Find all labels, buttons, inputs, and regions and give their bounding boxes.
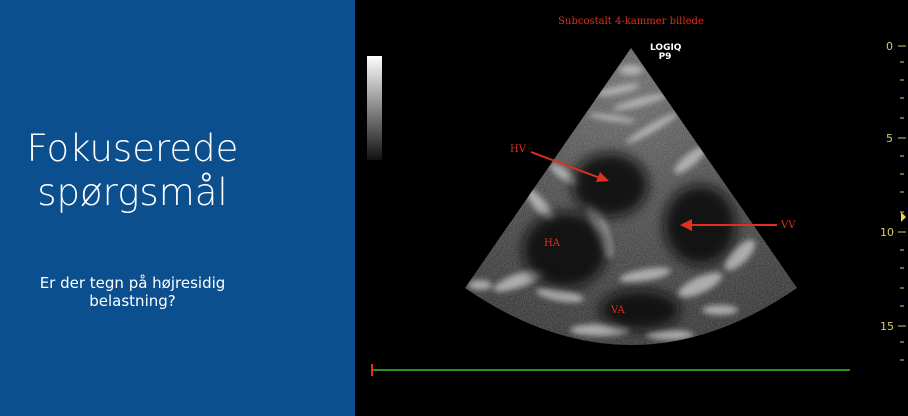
depth-label-10: 10 (880, 226, 894, 239)
depth-label-15: 15 (880, 320, 894, 333)
label-va: VA (610, 305, 626, 316)
depth-label-0: 0 (886, 40, 893, 53)
ultrasound-image: Subcostalt 4-kammer billede HV HA VV VA (367, 16, 906, 376)
depth-scale (898, 45, 906, 361)
ecg-trace (371, 364, 850, 376)
grayscale-bar (367, 56, 382, 160)
logo-line-2: P9 (658, 52, 672, 62)
label-vv: VV (780, 220, 796, 231)
depth-label-5: 5 (886, 132, 893, 145)
label-hv: HV (510, 144, 527, 155)
label-ha: HA (544, 238, 561, 249)
logiq-logo: LOGIQ P9 (650, 44, 681, 62)
focus-marker-icon (901, 212, 906, 222)
image-caption: Subcostalt 4-kammer billede (558, 16, 704, 27)
